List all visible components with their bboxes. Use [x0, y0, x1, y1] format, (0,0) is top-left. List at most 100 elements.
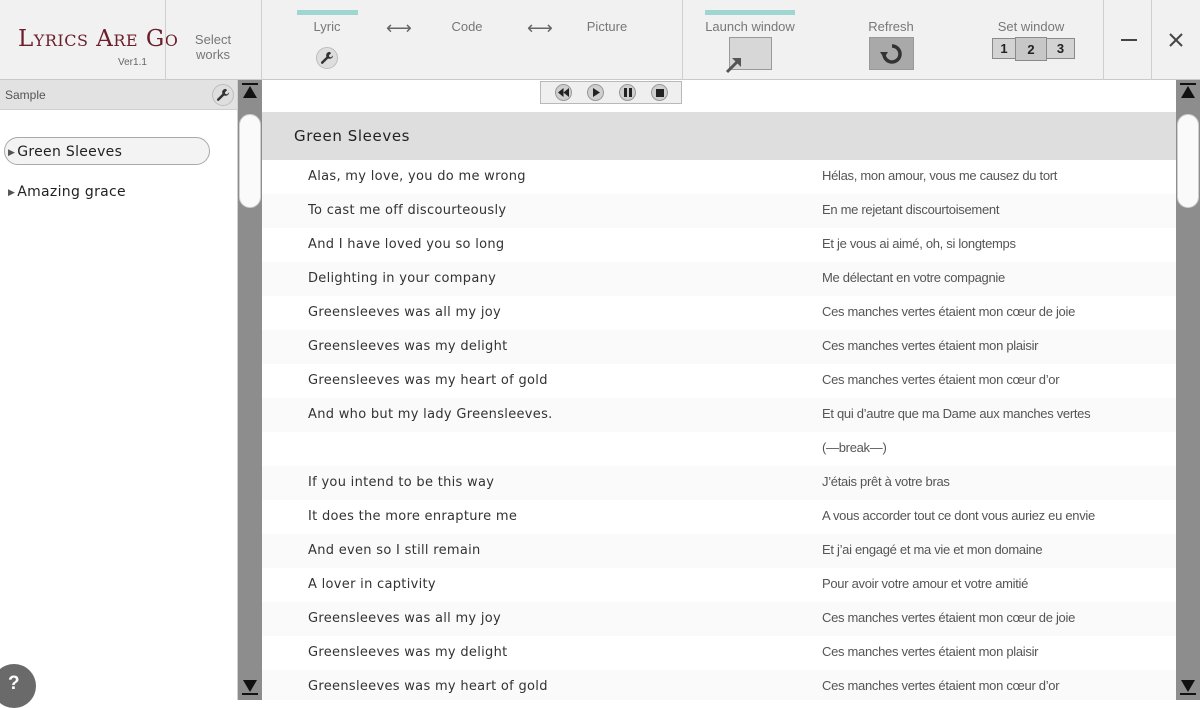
- rewind-button[interactable]: [555, 84, 572, 101]
- play-icon: [592, 88, 600, 97]
- active-mode-indicator: [297, 10, 358, 15]
- lyric-translation: Hélas, mon amour, vous me causez du tort: [822, 168, 1058, 183]
- tab-picture[interactable]: Picture: [576, 19, 638, 34]
- lyric-original: Greensleeves was my heart of gold: [308, 373, 548, 388]
- select-works-button[interactable]: Select works: [166, 0, 260, 80]
- lyric-original: If you intend to be this way: [308, 475, 495, 490]
- launch-arrow-icon: [725, 58, 741, 74]
- song-title: Green Sleeves: [294, 127, 411, 145]
- launch-window-button[interactable]: [725, 37, 772, 74]
- top-toolbar: Lyrics Are Go Ver1.1 Select works Lyric …: [0, 0, 1200, 80]
- lyric-row[interactable]: And I have loved you so long Et je vous a…: [262, 228, 1176, 262]
- lyric-original: Greensleeves was my delight: [308, 339, 508, 354]
- pause-button[interactable]: [619, 84, 636, 101]
- lyric-translation: Ces manches vertes étaient mon cœur de j…: [822, 304, 1075, 319]
- sidebar-scroll-thumb[interactable]: [239, 114, 261, 208]
- select-works-label-1: Select: [194, 32, 232, 47]
- lyric-row[interactable]: Greensleeves was all my joy Ces manches v…: [262, 602, 1176, 636]
- lyric-row[interactable]: Greensleeves was my delight Ces manches v…: [262, 330, 1176, 364]
- lyric-original: It does the more enrapture me: [308, 509, 518, 524]
- help-button[interactable]: ?: [0, 664, 36, 708]
- lyric-row[interactable]: It does the more enrapture me A vous acco…: [262, 500, 1176, 534]
- lyric-translation: Et qui d’autre que ma Dame aux manches v…: [822, 406, 1091, 421]
- refresh-label: Refresh: [868, 19, 914, 34]
- tab-code[interactable]: Code: [440, 19, 494, 34]
- close-button[interactable]: [1152, 0, 1200, 80]
- refresh-button[interactable]: [869, 37, 914, 70]
- divider: [1103, 0, 1104, 80]
- tab-lyric[interactable]: Lyric: [296, 19, 358, 34]
- lyric-translation: Ces manches vertes étaient mon cœur d’or: [822, 372, 1060, 387]
- lyric-translation: Ces manches vertes étaient mon plaisir: [822, 644, 1039, 659]
- lyric-translation: Pour avoir votre amour et votre amitié: [822, 576, 1029, 591]
- set-window-label: Set window: [997, 19, 1065, 34]
- lyric-original: And even so I still remain: [308, 543, 481, 558]
- lyric-translation: En me rejetant discourtoisement: [822, 202, 1000, 217]
- stop-icon: [655, 88, 664, 97]
- lyric-original: To cast me off discourteously: [308, 203, 507, 218]
- lyric-row[interactable]: Greensleeves was my delight Ces manches v…: [262, 636, 1176, 670]
- lyric-original: And I have loved you so long: [308, 237, 505, 252]
- lyric-original: Greensleeves was my heart of gold: [308, 679, 548, 694]
- work-item-label: Amazing grace: [17, 184, 126, 200]
- lyric-row[interactable]: (―break―): [262, 432, 1176, 466]
- mode-arrow-icon: ⟷: [386, 18, 412, 39]
- lyric-translation: Et je vous ai aimé, oh, si longtemps: [822, 236, 1016, 251]
- work-item-label: Green Sleeves: [17, 144, 123, 160]
- lyric-list: Alas, my love, you do me wrong Hélas, mon…: [262, 160, 1176, 700]
- expand-triangle-icon: ▶: [8, 188, 16, 198]
- lyric-translation: (―break―): [822, 440, 887, 455]
- lyric-row[interactable]: Greensleeves was all my joy Ces manches v…: [262, 296, 1176, 330]
- lyric-row[interactable]: If you intend to be this way J’étais prêt…: [262, 466, 1176, 500]
- refresh-icon: [880, 44, 902, 64]
- lyrics-scrollbar[interactable]: [1176, 80, 1200, 700]
- work-item-green-sleeves[interactable]: ▶ Green Sleeves: [4, 137, 210, 165]
- lyric-row[interactable]: A lover in captivity Pour avoir votre amo…: [262, 568, 1176, 602]
- play-button[interactable]: [587, 84, 604, 101]
- launch-indicator: [705, 10, 795, 15]
- lyric-original: And who but my lady Greensleeves.: [308, 407, 553, 422]
- lyric-translation: J’étais prêt à votre bras: [822, 474, 950, 489]
- lyric-translation: A vous accorder tout ce dont vous auriez…: [822, 508, 1095, 523]
- lyric-row[interactable]: To cast me off discourteously En me rejet…: [262, 194, 1176, 228]
- playback-controls: [540, 81, 682, 104]
- close-icon: [1169, 33, 1183, 47]
- sidebar-title: Sample: [5, 88, 46, 102]
- lyric-original: Greensleeves was all my joy: [308, 305, 502, 320]
- set-window-1-button[interactable]: 1: [992, 38, 1016, 59]
- scroll-top-icon[interactable]: [241, 82, 259, 100]
- scroll-bottom-icon[interactable]: [241, 678, 259, 696]
- scroll-bottom-icon[interactable]: [1179, 678, 1197, 696]
- lyric-row[interactable]: Greensleeves was my heart of gold Ces man…: [262, 670, 1176, 700]
- rewind-icon: [558, 88, 569, 97]
- set-window-2-button[interactable]: 2: [1015, 37, 1047, 61]
- sidebar-settings-button[interactable]: [212, 84, 234, 106]
- wrench-icon: [216, 88, 230, 101]
- lyrics-scroll-thumb[interactable]: [1177, 114, 1199, 208]
- launch-window-label: Launch window: [705, 19, 795, 34]
- expand-triangle-icon: ▶: [8, 148, 16, 158]
- stop-button[interactable]: [651, 84, 668, 101]
- lyric-original: Alas, my love, you do me wrong: [308, 169, 526, 184]
- lyric-row[interactable]: And even so I still remain Et j’ai engagé…: [262, 534, 1176, 568]
- scroll-top-icon[interactable]: [1179, 82, 1197, 100]
- lyric-row[interactable]: Greensleeves was my heart of gold Ces man…: [262, 364, 1176, 398]
- app-logo: Lyrics Are Go Ver1.1: [0, 0, 178, 80]
- lyric-original: Delighting in your company: [308, 271, 497, 286]
- sidebar-header: Sample: [0, 80, 237, 110]
- sidebar-scrollbar[interactable]: [238, 80, 262, 700]
- lyric-settings-button[interactable]: [316, 47, 338, 69]
- lyric-translation: Ces manches vertes étaient mon plaisir: [822, 338, 1039, 353]
- lyric-row[interactable]: Alas, my love, you do me wrong Hélas, mon…: [262, 160, 1176, 194]
- mode-arrow-icon: ⟷: [527, 18, 553, 39]
- work-item-amazing-grace[interactable]: ▶ Amazing grace: [4, 178, 210, 206]
- divider: [682, 0, 683, 80]
- set-window-3-button[interactable]: 3: [1046, 38, 1075, 59]
- lyric-row[interactable]: Delighting in your company Me délectant e…: [262, 262, 1176, 296]
- lyric-row[interactable]: And who but my lady Greensleeves. Et qui …: [262, 398, 1176, 432]
- divider: [261, 0, 262, 80]
- minimize-icon: [1121, 39, 1137, 41]
- minimize-button[interactable]: [1105, 0, 1153, 80]
- lyrics-panel: Green Sleeves Alas, my love, you do me w…: [262, 80, 1176, 700]
- wrench-icon: [320, 51, 334, 64]
